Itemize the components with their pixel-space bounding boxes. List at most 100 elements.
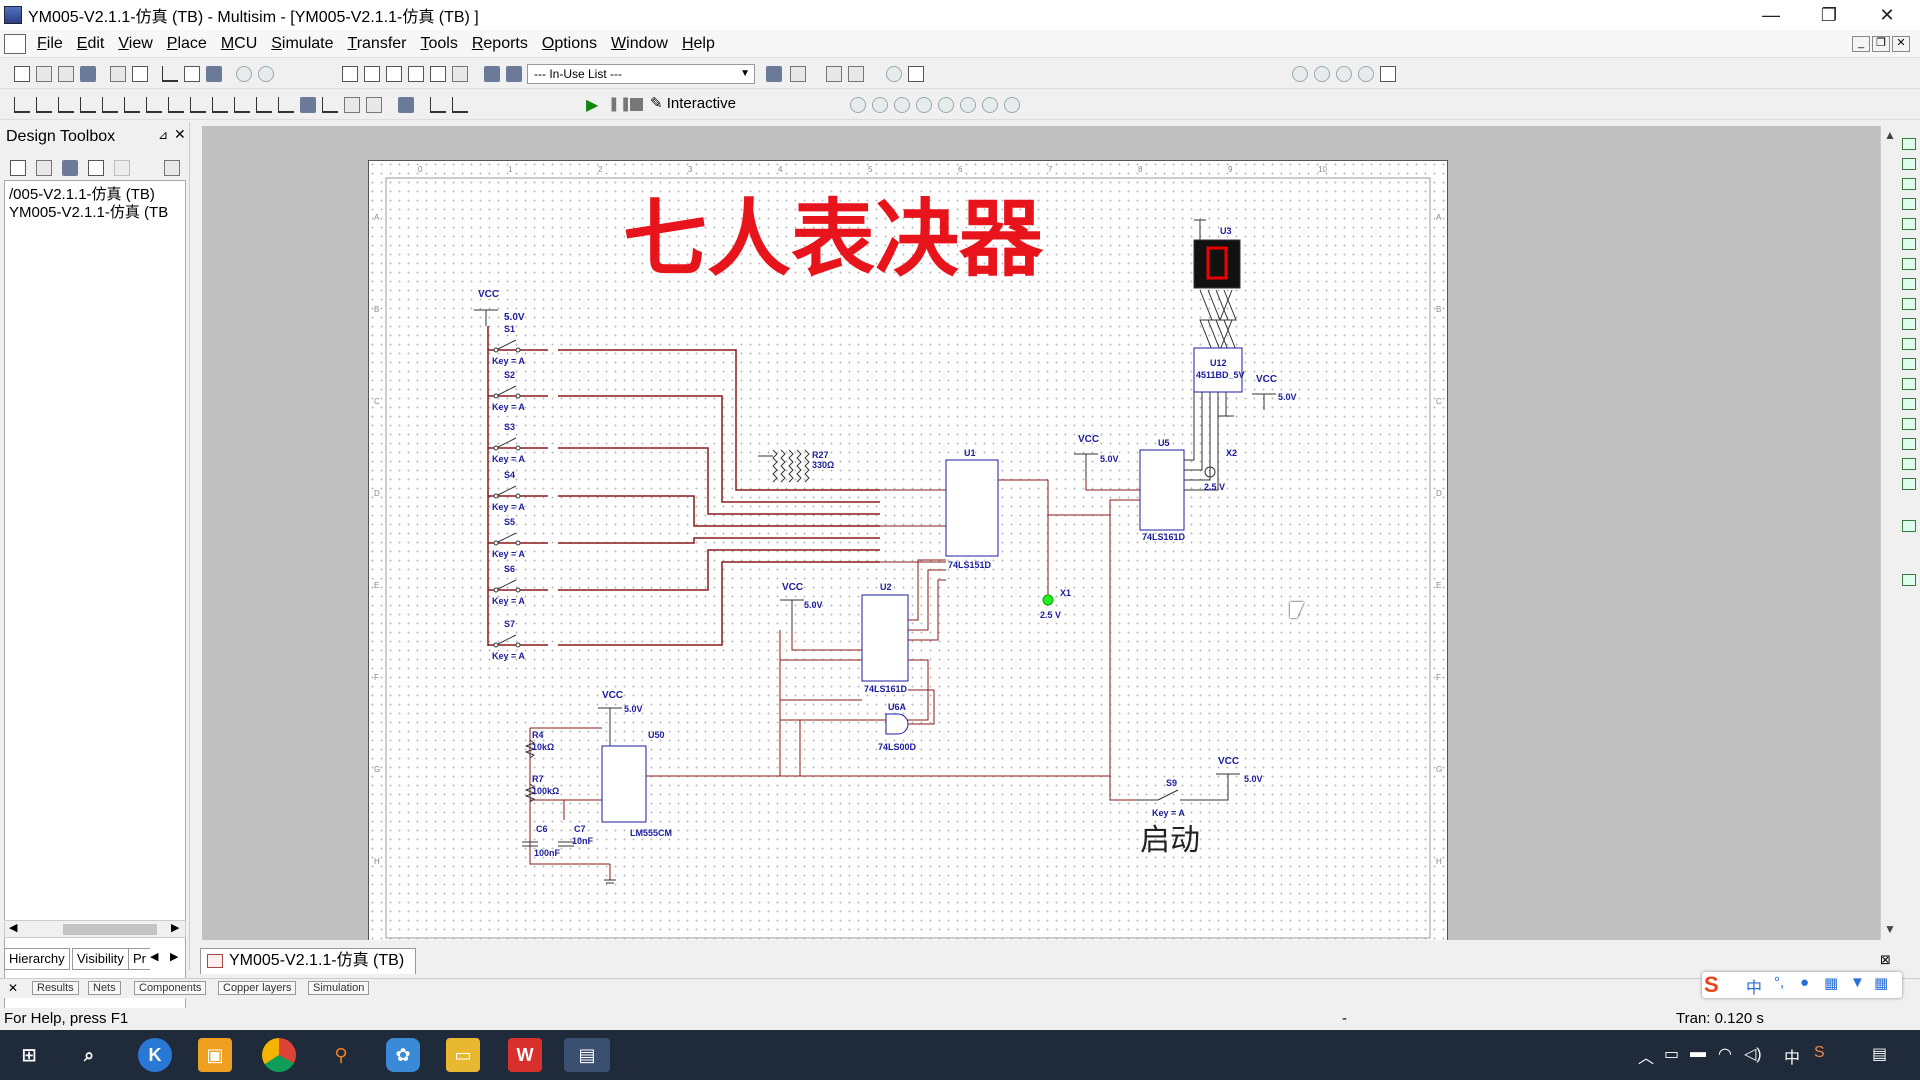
mdi-minimize-button[interactable]: _ — [1852, 36, 1870, 52]
database-icon[interactable] — [386, 66, 402, 82]
scroll-right-icon[interactable]: ▶ — [171, 921, 179, 934]
open-design-icon[interactable] — [36, 160, 52, 176]
switch-s2[interactable]: S2 Key = A — [492, 370, 525, 412]
word-generator-icon[interactable] — [1902, 278, 1916, 290]
agilent-generator-icon[interactable] — [1902, 418, 1916, 430]
in-use-list-dropdown[interactable]: --- In-Use List --- ▼ — [527, 64, 755, 84]
ime-indicator[interactable]: 中 — [1784, 1044, 1800, 1068]
new-icon[interactable] — [14, 66, 30, 82]
rename-icon[interactable] — [114, 160, 130, 176]
ime-menu-icon[interactable]: ▦ — [1874, 974, 1888, 992]
sogou-tray-icon[interactable]: S — [1814, 1044, 1825, 1062]
tab-visibility[interactable]: Visibility — [72, 948, 129, 970]
erc-icon[interactable] — [452, 66, 468, 82]
labview-instrument-icon[interactable] — [1902, 520, 1916, 532]
switch-s7[interactable]: S7 Key = A — [492, 619, 525, 661]
restore-button[interactable]: ❐ — [1800, 0, 1858, 30]
chevron-down-icon[interactable]: ▼ — [740, 65, 750, 83]
save-icon[interactable] — [80, 66, 96, 82]
scroll-left-icon[interactable]: ◀ — [9, 921, 17, 934]
zoom-out-icon[interactable] — [1314, 66, 1330, 82]
menu-mcu[interactable]: MCU — [214, 35, 264, 53]
print-preview-icon[interactable] — [132, 66, 148, 82]
document-tab[interactable]: YM005-V2.1.1-仿真 (TB) — [200, 948, 416, 974]
file-explorer-icon[interactable]: ▭ — [446, 1038, 480, 1072]
blue-app-icon[interactable]: ✿ — [386, 1038, 420, 1072]
four-channel-oscilloscope-icon[interactable] — [1902, 218, 1916, 230]
instrument-7-icon[interactable] — [982, 97, 998, 113]
switch-s6[interactable]: S6 Key = A — [492, 564, 525, 606]
hierarchical-block-icon[interactable] — [398, 97, 414, 113]
schematic-sheet[interactable]: 0 1 2 3 4 5 6 7 8 9 10 AABBCCDDEEFFGGHH 七人表决器 VCC … — [367, 159, 1449, 940]
wattmeter-icon[interactable] — [1902, 178, 1916, 190]
back-icon[interactable] — [826, 66, 842, 82]
zoom-fit-icon[interactable] — [1358, 66, 1374, 82]
sogou-logo-icon[interactable]: S — [1704, 972, 1719, 998]
chrome-icon[interactable] — [262, 1038, 296, 1072]
forward-icon[interactable] — [848, 66, 864, 82]
open-sample-icon[interactable] — [58, 66, 74, 82]
source-icon[interactable] — [14, 97, 30, 113]
iv-analyzer-icon[interactable] — [1902, 338, 1916, 350]
rf-icon[interactable] — [300, 97, 316, 113]
pin-icon[interactable]: ⊿ — [158, 128, 168, 142]
kugou-app-icon[interactable]: K — [138, 1038, 172, 1072]
probe-icon[interactable] — [766, 66, 782, 82]
basic-icon[interactable] — [36, 97, 52, 113]
menu-transfer[interactable]: Transfer — [341, 35, 414, 53]
tab-simulation[interactable]: Simulation — [308, 981, 370, 995]
ni-components-icon[interactable] — [344, 97, 360, 113]
scroll-down-icon[interactable]: ▼ — [1884, 922, 1896, 936]
copy-icon[interactable] — [184, 66, 200, 82]
agilent-oscilloscope-icon[interactable] — [1902, 458, 1916, 470]
wps-icon[interactable]: W — [508, 1038, 542, 1072]
tab-scroll-right-icon[interactable]: ▶ — [170, 950, 178, 963]
open-icon[interactable] — [36, 66, 52, 82]
agilent-multimeter-icon[interactable] — [1902, 438, 1916, 450]
settings-gear-icon[interactable] — [1004, 97, 1020, 113]
instrument-4-icon[interactable] — [916, 97, 932, 113]
undo-icon[interactable] — [236, 66, 252, 82]
indicator-icon[interactable] — [234, 97, 250, 113]
punctuation-icon[interactable]: °, — [1774, 974, 1784, 991]
spectrum-analyzer-icon[interactable] — [1902, 378, 1916, 390]
back-annotate-icon[interactable] — [484, 66, 500, 82]
bus-icon[interactable] — [430, 97, 446, 113]
mcu-icon[interactable] — [168, 97, 184, 113]
schematic-workspace[interactable]: 0 1 2 3 4 5 6 7 8 9 10 AABBCCDDEEFFGGHH 七人表决器 VCC … — [202, 126, 1880, 940]
menu-reports[interactable]: Reports — [465, 35, 535, 53]
redo-icon[interactable] — [258, 66, 274, 82]
help-icon[interactable] — [908, 66, 924, 82]
menu-simulate[interactable]: Simulate — [264, 35, 340, 53]
switch-s5[interactable]: S5 Key = A — [492, 517, 525, 559]
tree-item-sheet[interactable]: YM005-V2.1.1-仿真 (TB — [9, 201, 185, 222]
keyboard-icon[interactable]: ▦ — [1824, 974, 1838, 992]
tab-project[interactable]: Pr — [128, 948, 150, 970]
find-icon[interactable] — [886, 66, 902, 82]
menu-tools[interactable]: Tools — [413, 35, 464, 53]
misc-icon[interactable] — [278, 97, 294, 113]
paste-icon[interactable] — [206, 66, 222, 82]
power-icon[interactable] — [256, 97, 272, 113]
stop-icon[interactable] — [630, 98, 643, 111]
notification-icon[interactable]: ▤ — [1872, 1044, 1887, 1064]
switch-s3[interactable]: S3 Key = A — [492, 422, 525, 464]
interactive-mode-button[interactable]: ✎ Interactive — [650, 94, 736, 112]
close-design-icon[interactable] — [88, 160, 104, 176]
save-design-icon[interactable] — [62, 160, 78, 176]
document-icon[interactable] — [4, 33, 26, 54]
diode-icon[interactable] — [58, 97, 74, 113]
multimeter-icon[interactable] — [1902, 138, 1916, 150]
instrument-5-icon[interactable] — [938, 97, 954, 113]
spreadsheet-close-icon[interactable]: ✕ — [8, 981, 18, 995]
menu-options[interactable]: Options — [535, 35, 604, 53]
cmos-icon[interactable] — [146, 97, 162, 113]
minimize-button[interactable]: — — [1742, 0, 1800, 30]
tray-device-icon[interactable]: ▭ — [1664, 1044, 1679, 1064]
ime-chinese-icon[interactable]: 中 — [1746, 974, 1762, 998]
grapher-icon[interactable] — [408, 66, 424, 82]
multisim-taskbar-icon[interactable]: ▤ — [564, 1038, 610, 1072]
cut-icon[interactable] — [162, 66, 178, 82]
microphone-icon[interactable]: ● — [1800, 974, 1809, 991]
pause-icon[interactable]: ❚❚ — [608, 95, 631, 112]
